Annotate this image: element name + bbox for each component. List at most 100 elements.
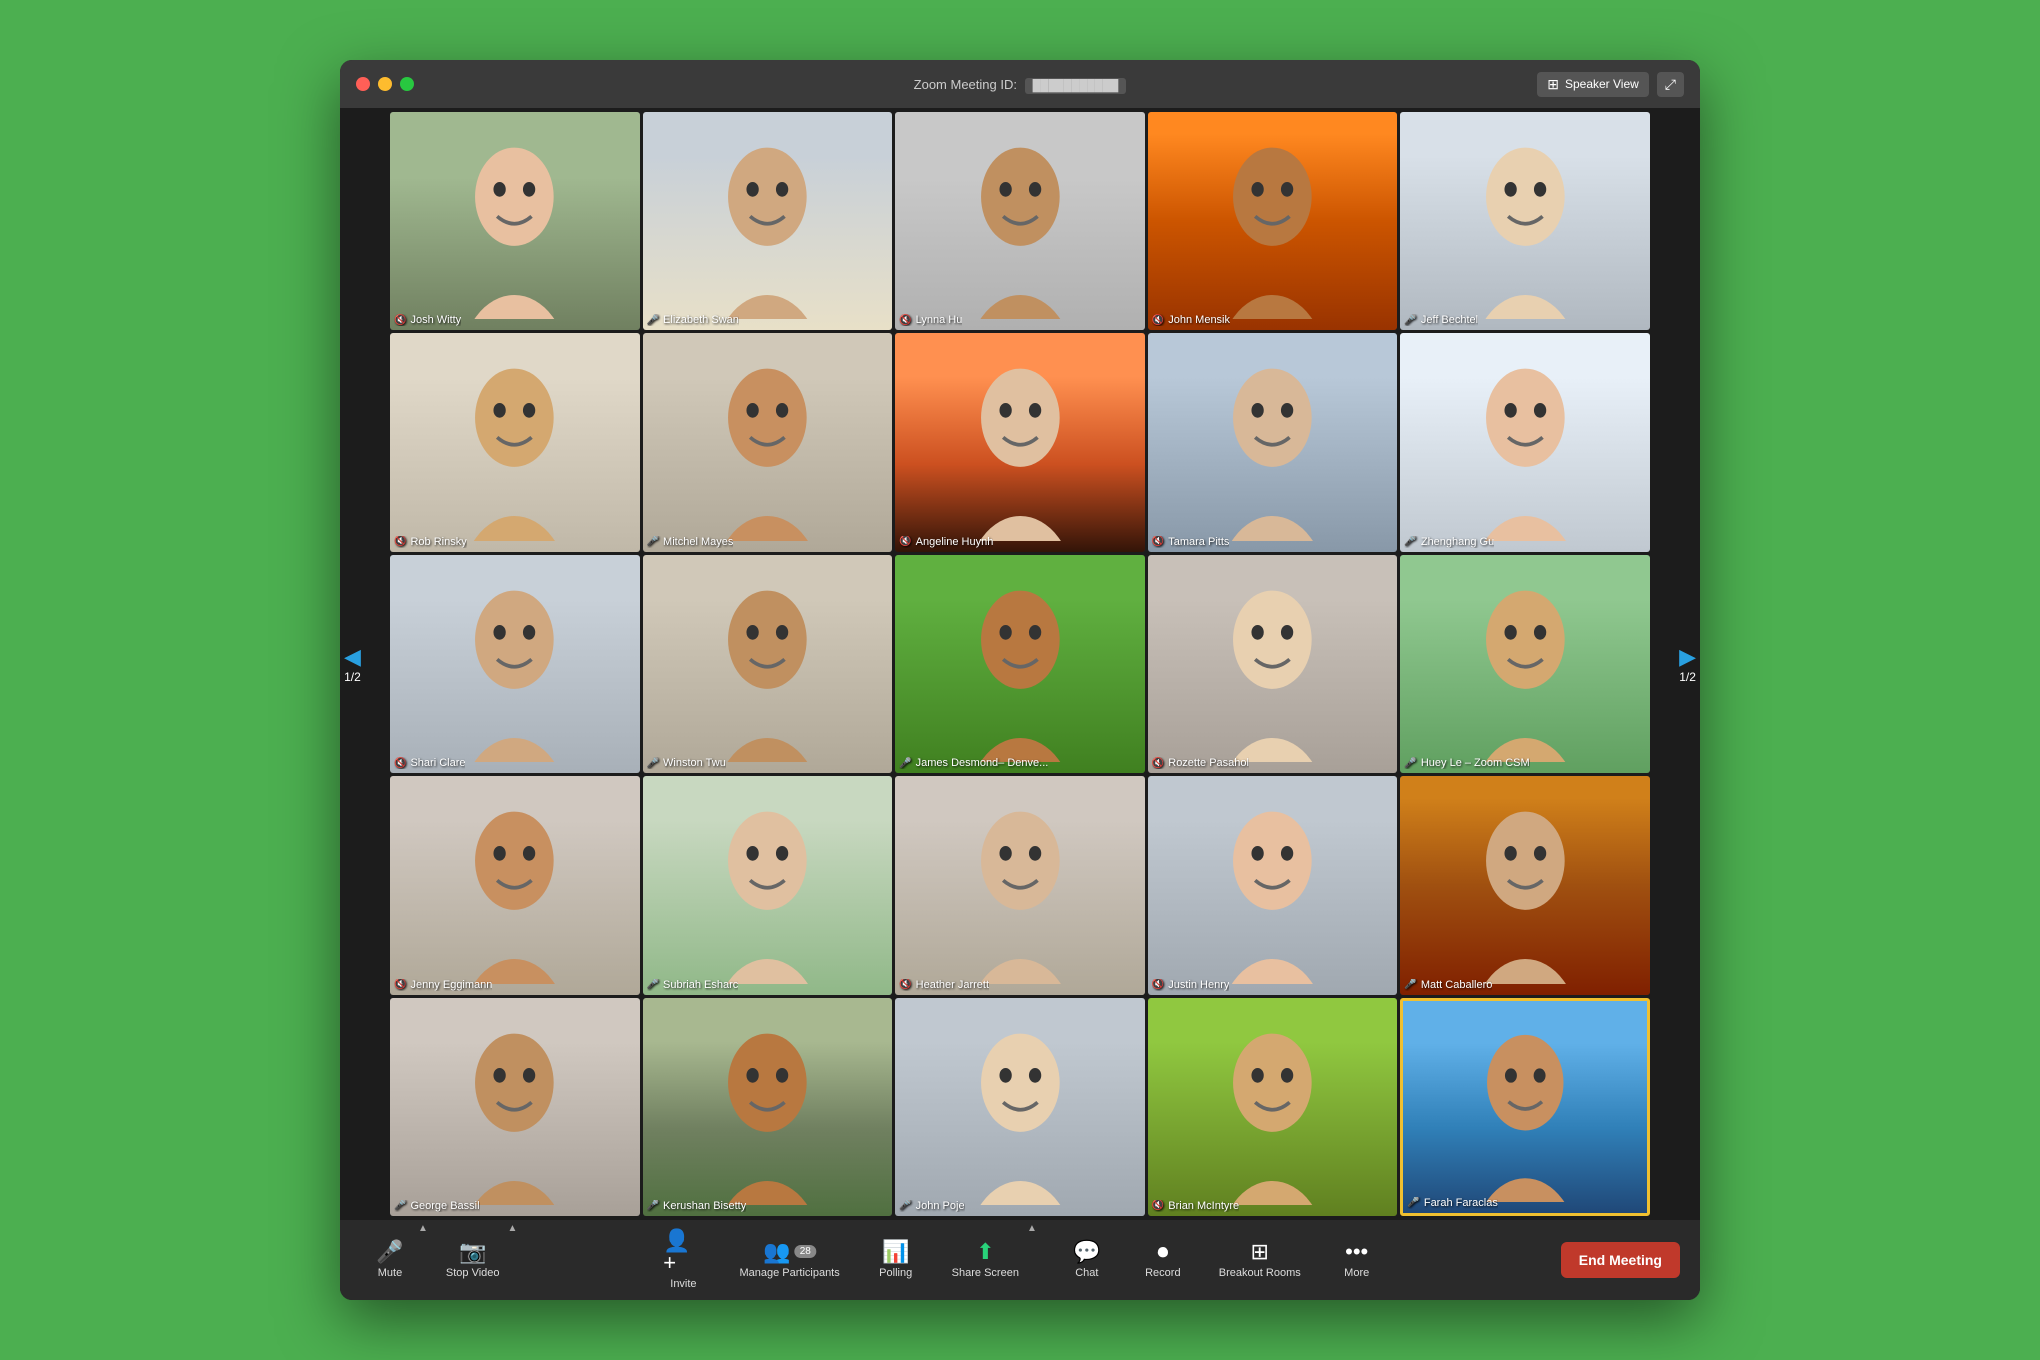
participant-mic-icon: 🎤 — [647, 1200, 659, 1211]
participant-avatar — [895, 555, 1145, 773]
fullscreen-icon: ⤢ — [1665, 76, 1676, 92]
participant-cell[interactable]: 🔇Tamara Pitts — [1148, 333, 1398, 551]
participant-mic-icon: 🔇 — [899, 315, 911, 326]
participant-name: Josh Witty — [410, 314, 461, 326]
zoom-window: Zoom Meeting ID: ███████████ ⊞ Speaker V… — [340, 60, 1700, 1300]
speaker-view-label: Speaker View — [1565, 77, 1639, 91]
share-screen-icon: ⬆ — [976, 1241, 994, 1263]
participant-cell[interactable]: 🎤Huey Le – Zoom CSM — [1400, 555, 1650, 773]
participant-name-label: 🔇Josh Witty — [394, 314, 461, 326]
video-arrow[interactable]: ▲ — [504, 1219, 522, 1238]
minimize-button[interactable] — [378, 77, 392, 91]
fullscreen-button[interactable]: ⤢ — [1657, 72, 1684, 97]
participant-cell[interactable]: 🔇Jenny Eggimann — [390, 776, 640, 994]
participant-name: John Mensik — [1168, 314, 1230, 326]
close-button[interactable] — [356, 77, 370, 91]
participant-cell[interactable]: 🎤George Bassil — [390, 998, 640, 1216]
participant-mic-icon: 🔇 — [899, 979, 911, 990]
participant-cell[interactable]: 🔇Rob Rinsky — [390, 333, 640, 551]
participant-cell[interactable]: 🔇Rozette Pasahol — [1148, 555, 1398, 773]
mute-label: Mute — [378, 1267, 402, 1279]
invite-button[interactable]: 👤+ Invite — [653, 1224, 713, 1296]
participant-name-label: 🔇Justin Henry — [1152, 979, 1230, 991]
participant-video: 🔇Rozette Pasahol — [1148, 555, 1398, 773]
mute-arrow[interactable]: ▲ — [414, 1219, 432, 1238]
speaker-view-button[interactable]: ⊞ Speaker View — [1537, 72, 1649, 97]
participant-name: Kerushan Bisetty — [663, 1200, 746, 1212]
participant-name: Subriah Esharc — [663, 979, 738, 991]
participant-avatar — [1400, 776, 1650, 994]
participant-avatar — [643, 333, 893, 551]
participant-name-label: 🎤Huey Le – Zoom CSM — [1404, 757, 1529, 769]
toolbar-left: 🎤 Mute ▲ 📷 Stop Video ▲ — [360, 1235, 521, 1285]
participant-video: 🎤John Poje — [895, 998, 1145, 1216]
participant-cell[interactable]: 🎤Jeff Bechtel — [1400, 112, 1650, 330]
participant-avatar — [390, 555, 640, 773]
participant-cell[interactable]: 🔇 Shari Clare — [390, 555, 640, 773]
participant-cell[interactable]: 🔇Angeline Huynh — [895, 333, 1145, 551]
share-arrow[interactable]: ▲ — [1023, 1219, 1041, 1238]
participant-name-label: 🔇Rozette Pasahol — [1152, 757, 1249, 769]
participant-avatar — [390, 776, 640, 994]
participant-cell[interactable]: 🔇John Mensik — [1148, 112, 1398, 330]
polling-button[interactable]: 📊 Polling — [866, 1235, 926, 1285]
participant-name-label: 🎤Matt Caballero — [1404, 979, 1492, 991]
participant-mic-icon: 🔇 — [394, 758, 406, 769]
participant-video: 🎤Matt Caballero — [1400, 776, 1650, 994]
participant-name-label: 🔇Heather Jarrett — [899, 979, 989, 991]
participant-cell[interactable]: 🎤Zhenghang Gu — [1400, 333, 1650, 551]
stop-video-button[interactable]: 📷 Stop Video — [436, 1235, 510, 1285]
title-text: Zoom Meeting ID: — [914, 77, 1017, 92]
participant-cell[interactable]: 🎤James Desmond– Denve... — [895, 555, 1145, 773]
toolbar: 🎤 Mute ▲ 📷 Stop Video ▲ 👤+ Invite — [340, 1220, 1700, 1300]
participant-avatar — [643, 998, 893, 1216]
participant-cell[interactable]: 🔇Josh Witty — [390, 112, 640, 330]
participant-cell[interactable]: 🎤Winston Twu — [643, 555, 893, 773]
participant-cell[interactable]: 🎤Farah Faraclas — [1400, 998, 1650, 1216]
chat-button[interactable]: 💬 Chat — [1057, 1235, 1117, 1285]
right-arrow-icon: ▶ — [1679, 644, 1696, 670]
participant-name-label: 🎤James Desmond– Denve... — [899, 757, 1048, 769]
prev-page-button[interactable]: ◀ 1/2 — [344, 644, 361, 684]
participant-name: Shari Clare — [410, 757, 465, 769]
maximize-button[interactable] — [400, 77, 414, 91]
participant-name: George Bassil — [410, 1200, 479, 1212]
end-meeting-button[interactable]: End Meeting — [1561, 1242, 1680, 1278]
participant-cell[interactable]: 🎤Subriah Esharc — [643, 776, 893, 994]
participant-mic-icon: 🎤 — [647, 536, 659, 547]
mute-button[interactable]: 🎤 Mute — [360, 1235, 420, 1285]
participant-cell[interactable]: 🎤 Kerushan Bisetty — [643, 998, 893, 1216]
participant-video: 🔇Brian McIntyre — [1148, 998, 1398, 1216]
participant-video: 🔇 Shari Clare — [390, 555, 640, 773]
participant-cell[interactable]: 🔇Brian McIntyre — [1148, 998, 1398, 1216]
more-button[interactable]: ••• More — [1327, 1235, 1387, 1285]
record-button[interactable]: ⏺ Record — [1133, 1235, 1193, 1285]
participant-name: Mitchel Mayes — [663, 536, 733, 548]
participant-video: 🔇Heather Jarrett — [895, 776, 1145, 994]
breakout-rooms-label: Breakout Rooms — [1219, 1267, 1301, 1279]
participant-cell[interactable]: 🎤 Mitchel Mayes — [643, 333, 893, 551]
participant-mic-icon: 🔇 — [394, 536, 406, 547]
participant-cell[interactable]: 🔇Heather Jarrett — [895, 776, 1145, 994]
share-screen-button[interactable]: ⬆ Share Screen — [942, 1235, 1029, 1285]
participant-name-label: 🎤Subriah Esharc — [647, 979, 739, 991]
manage-participants-button[interactable]: 👥 28 Manage Participants — [730, 1235, 850, 1285]
manage-participants-label: Manage Participants — [739, 1267, 839, 1279]
record-icon: ⏺ — [1157, 1241, 1168, 1263]
participant-cell[interactable]: 🎤Elizabeth Swan — [643, 112, 893, 330]
participant-cell[interactable]: 🔇Lynna Hu — [895, 112, 1145, 330]
next-page-button[interactable]: ▶ 1/2 — [1679, 644, 1696, 684]
video-area: ◀ 1/2 🔇Josh Witty🎤Elizabeth Swan🔇Lynna H… — [340, 108, 1700, 1220]
participant-cell[interactable]: 🎤Matt Caballero — [1400, 776, 1650, 994]
participant-name: James Desmond– Denve... — [916, 757, 1049, 769]
participant-name-label: 🔇Angeline Huynh — [899, 536, 993, 548]
participant-name-label: 🔇Tamara Pitts — [1152, 536, 1230, 548]
participant-cell[interactable]: 🔇Justin Henry — [1148, 776, 1398, 994]
stop-video-group: 📷 Stop Video ▲ — [436, 1235, 522, 1285]
more-icon: ••• — [1345, 1241, 1368, 1263]
participant-cell[interactable]: 🎤John Poje — [895, 998, 1145, 1216]
polling-icon: 📊 — [882, 1241, 909, 1263]
breakout-rooms-button[interactable]: ⊞ Breakout Rooms — [1209, 1235, 1311, 1285]
participant-name: Jenny Eggimann — [410, 979, 492, 991]
participant-video: 🎤Huey Le – Zoom CSM — [1400, 555, 1650, 773]
